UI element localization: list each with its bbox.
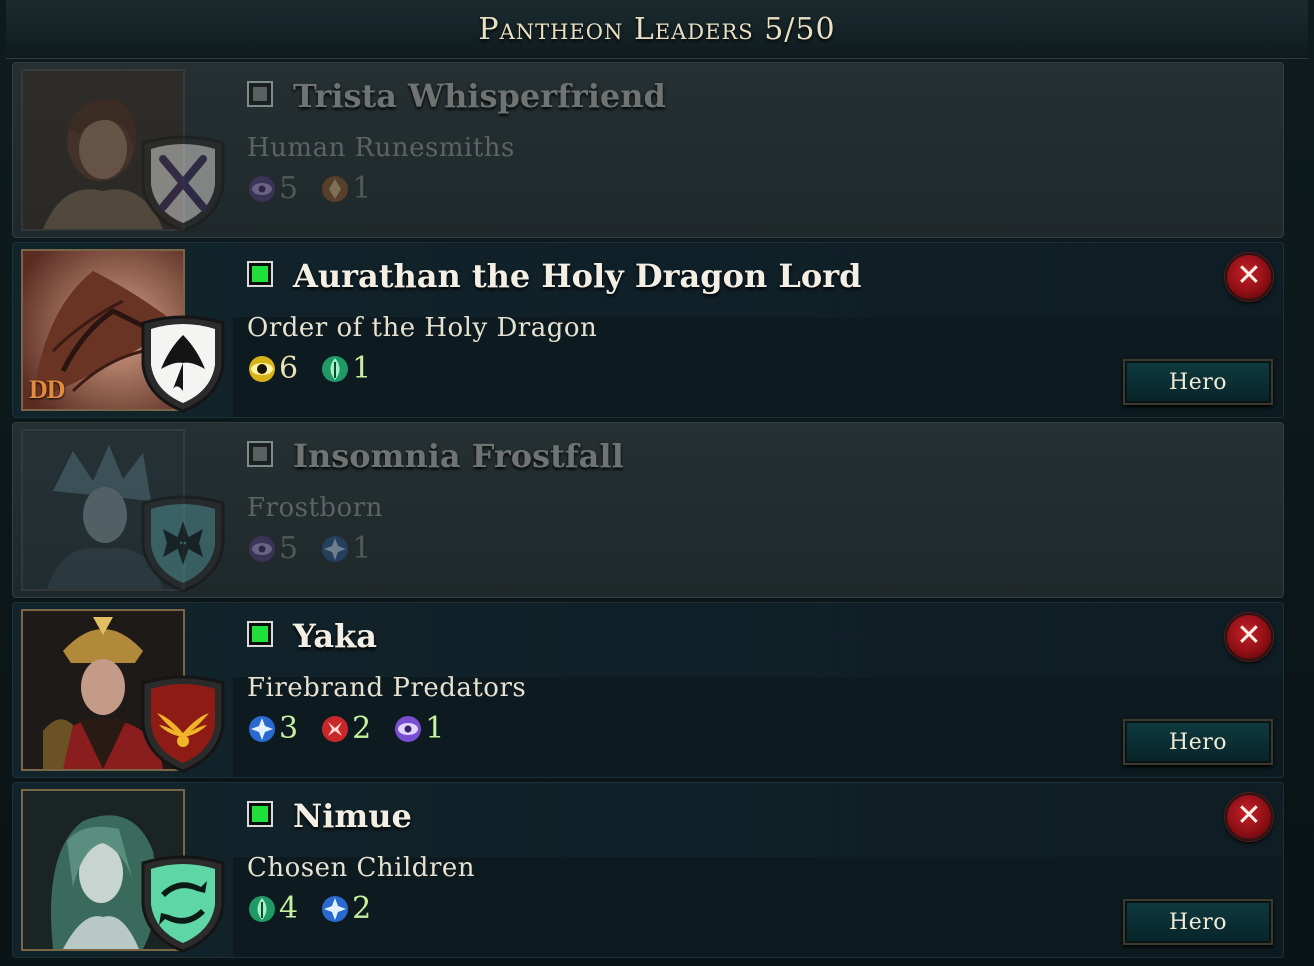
leader-name: Trista Whisperfriend bbox=[293, 77, 666, 115]
affinity-value: 6 bbox=[279, 351, 299, 386]
remove-leader-button[interactable]: ✕ bbox=[1225, 253, 1273, 301]
leader-checkbox[interactable] bbox=[247, 621, 273, 647]
astral-affinity-icon bbox=[322, 535, 349, 562]
affinity-value: 1 bbox=[425, 711, 445, 746]
leader-faction: Human Runesmiths bbox=[247, 133, 515, 163]
panel-header: Pantheon Leaders 5/50 bbox=[6, 0, 1308, 59]
affinity-value: 5 bbox=[279, 171, 299, 206]
leader-faction: Frostborn bbox=[247, 493, 383, 523]
remove-leader-button[interactable]: ✕ bbox=[1225, 793, 1273, 841]
eye-affinity-icon bbox=[249, 535, 275, 562]
faction-shield bbox=[139, 313, 227, 413]
leader-checkbox[interactable] bbox=[247, 441, 273, 467]
faction-shield bbox=[139, 853, 227, 953]
affinity-eye: 5 bbox=[247, 531, 298, 566]
affinity-value: 1 bbox=[352, 351, 372, 386]
affinity-nature: 4 bbox=[247, 891, 298, 926]
eye-affinity-icon bbox=[249, 175, 275, 202]
remove-leader-button[interactable]: ✕ bbox=[1225, 613, 1273, 661]
leader-row-aurathan[interactable]: DD Aurathan the Holy Dragon Lord Order o… bbox=[12, 242, 1284, 418]
leader-row-yaka[interactable]: Yaka Firebrand Predators 3 2 1 ✕ Hero bbox=[12, 602, 1284, 778]
affinity-astral: 1 bbox=[320, 531, 371, 566]
affinity-nature: 1 bbox=[320, 351, 371, 386]
nature-affinity-icon bbox=[249, 895, 275, 922]
dragon-emblem-icon bbox=[141, 315, 225, 413]
affinity-list: 4 2 bbox=[247, 891, 371, 926]
panel-title: Pantheon Leaders 5/50 bbox=[478, 11, 836, 47]
affinity-eye: 5 bbox=[247, 171, 298, 206]
affinity-value: 1 bbox=[352, 531, 372, 566]
affinity-value: 5 bbox=[279, 531, 299, 566]
leader-faction: Chosen Children bbox=[247, 853, 476, 883]
chaos-affinity-icon bbox=[322, 715, 349, 742]
faction-shield bbox=[139, 133, 227, 233]
hero-button-label: Hero bbox=[1169, 729, 1227, 755]
hero-button[interactable]: Hero bbox=[1123, 719, 1273, 765]
affinity-list: 6 1 bbox=[247, 351, 371, 386]
leader-name: Aurathan the Holy Dragon Lord bbox=[293, 257, 862, 295]
hero-button[interactable]: Hero bbox=[1123, 899, 1273, 945]
astral-affinity-icon bbox=[322, 895, 349, 922]
close-icon: ✕ bbox=[1236, 798, 1262, 833]
affinity-eye: 1 bbox=[393, 711, 444, 746]
phoenix-emblem-icon bbox=[141, 675, 225, 773]
close-icon: ✕ bbox=[1236, 258, 1262, 293]
faction-shield bbox=[139, 493, 227, 593]
leader-faction: Firebrand Predators bbox=[247, 673, 527, 703]
leader-name: Nimue bbox=[293, 797, 412, 835]
leader-row-insomnia[interactable]: Insomnia Frostfall Frostborn 5 1 bbox=[12, 422, 1284, 598]
affinity-value: 3 bbox=[279, 711, 299, 746]
earth-affinity-icon bbox=[322, 175, 349, 202]
hero-button-label: Hero bbox=[1169, 909, 1227, 935]
dlc-tag: DD bbox=[29, 375, 66, 404]
leader-name: Yaka bbox=[293, 617, 377, 655]
order-affinity-icon bbox=[249, 355, 275, 382]
affinity-astral: 3 bbox=[247, 711, 298, 746]
affinity-value: 2 bbox=[352, 711, 372, 746]
nature-affinity-icon bbox=[322, 355, 349, 382]
snowflake-emblem-icon bbox=[141, 495, 225, 593]
affinity-list: 5 1 bbox=[247, 171, 371, 206]
eye-affinity-icon bbox=[395, 715, 422, 742]
leader-name: Insomnia Frostfall bbox=[293, 437, 624, 475]
leader-row-trista[interactable]: Trista Whisperfriend Human Runesmiths 5 … bbox=[12, 62, 1284, 238]
affinity-order: 6 bbox=[247, 351, 298, 386]
affinity-value: 1 bbox=[352, 171, 372, 206]
affinity-value: 2 bbox=[352, 891, 372, 926]
affinity-value: 4 bbox=[279, 891, 299, 926]
faction-shield bbox=[139, 673, 227, 773]
affinity-earth: 1 bbox=[320, 171, 371, 206]
leader-faction: Order of the Holy Dragon bbox=[247, 313, 598, 343]
leader-row-nimue[interactable]: Nimue Chosen Children 4 2 ✕ Hero bbox=[12, 782, 1284, 958]
pantheon-leaders-panel: Pantheon Leaders 5/50 Trista Whisperfrie… bbox=[0, 0, 1314, 966]
twin-fish-emblem-icon bbox=[141, 855, 225, 953]
leader-checkbox[interactable] bbox=[247, 261, 273, 287]
affinity-astral: 2 bbox=[320, 891, 371, 926]
leader-checkbox[interactable] bbox=[247, 81, 273, 107]
affinity-chaos: 2 bbox=[320, 711, 371, 746]
hero-button-label: Hero bbox=[1169, 369, 1227, 395]
affinity-list: 3 2 1 bbox=[247, 711, 444, 746]
affinity-list: 5 1 bbox=[247, 531, 371, 566]
astral-affinity-icon bbox=[249, 715, 275, 742]
leader-checkbox[interactable] bbox=[247, 801, 273, 827]
close-icon: ✕ bbox=[1236, 618, 1262, 653]
crossed-bones-emblem-icon bbox=[141, 135, 225, 233]
hero-button[interactable]: Hero bbox=[1123, 359, 1273, 405]
